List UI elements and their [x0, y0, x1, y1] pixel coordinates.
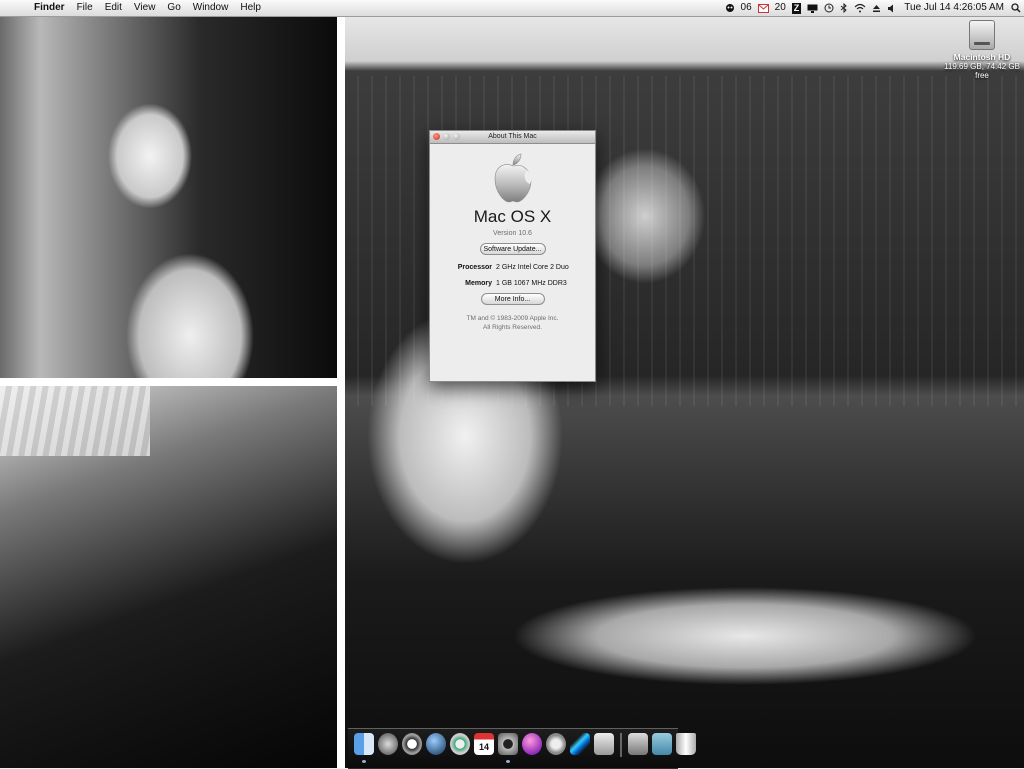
gmail-icon[interactable] — [755, 3, 772, 13]
software-update-button[interactable]: Software Update... — [479, 243, 546, 255]
window-titlebar[interactable]: About This Mac — [430, 131, 595, 144]
processor-label: Processor — [457, 264, 492, 271]
menu-edit[interactable]: Edit — [99, 0, 128, 16]
z-icon-label: Z — [791, 2, 802, 14]
apple-logo-icon — [494, 153, 533, 203]
purple-orb-icon[interactable] — [522, 733, 542, 755]
hd-name: Macintosh HD — [953, 52, 1011, 62]
running-indicator — [506, 760, 510, 763]
clock-icon[interactable] — [402, 733, 422, 755]
system-prefs-icon[interactable] — [594, 733, 614, 755]
dock: 14 — [348, 728, 696, 769]
eject-icon[interactable] — [869, 4, 884, 13]
copyright-text: TM and © 1983-2009 Apple Inc. All Rights… — [430, 314, 595, 332]
wifi-icon[interactable] — [851, 3, 869, 13]
menu-window[interactable]: Window — [187, 0, 235, 16]
desktop-hard-drive[interactable]: Macintosh HD 119.69 GB, 74.42 GB free — [944, 20, 1020, 80]
gmail-count[interactable]: 20 — [772, 0, 789, 16]
running-indicator — [362, 760, 366, 763]
copyright-line-2: All Rights Reserved. — [483, 324, 542, 331]
globe-icon[interactable] — [426, 733, 446, 755]
time-machine-icon[interactable] — [821, 3, 837, 13]
more-info-button[interactable]: More Info... — [480, 293, 545, 305]
spotlight-icon[interactable] — [1008, 3, 1024, 13]
menu-clock[interactable]: Tue Jul 14 4:26:05 AM — [900, 0, 1008, 16]
close-button[interactable] — [433, 133, 440, 140]
menu-help[interactable]: Help — [234, 0, 267, 16]
processor-value: 2 GHz Intel Core 2 Duo — [496, 264, 569, 271]
calendar-icon[interactable]: 14 — [474, 733, 494, 755]
wallpaper-divider-horizontal — [0, 378, 337, 386]
dock-separator — [620, 733, 622, 757]
memory-value: 1 GB 1067 MHz DDR3 — [496, 280, 567, 287]
os-version: Version 10.6 — [493, 230, 532, 237]
itunes-icon[interactable] — [546, 733, 566, 755]
window-controls — [433, 133, 460, 140]
stack-icon[interactable] — [628, 733, 648, 755]
tray-count[interactable]: 06 — [738, 0, 755, 16]
volume-icon[interactable] — [884, 4, 900, 13]
window-title: About This Mac — [488, 133, 537, 140]
minimize-button[interactable] — [443, 133, 450, 140]
menu-file[interactable]: File — [71, 0, 99, 16]
alien-icon[interactable] — [722, 3, 738, 13]
finder-icon[interactable] — [354, 733, 374, 763]
zoom-button[interactable] — [453, 133, 460, 140]
safari-icon[interactable] — [450, 733, 470, 755]
menu-view[interactable]: View — [128, 0, 162, 16]
dashboard-icon[interactable] — [378, 733, 398, 755]
wallpaper-bottom-left — [0, 386, 337, 768]
copyright-line-1: TM and © 1983-2009 Apple Inc. — [466, 315, 559, 322]
hd-info: 119.69 GB, 74.42 GB free — [944, 62, 1020, 80]
wallpaper-top-left — [0, 16, 337, 378]
processor-row: Processor 2 GHz Intel Core 2 Duo — [430, 264, 595, 271]
calendar-day: 14 — [478, 741, 489, 752]
status-tray: 06 20 Z Tue Jul 14 4:26:05 AM — [722, 0, 1024, 16]
bluetooth-icon[interactable] — [837, 3, 851, 13]
display-icon[interactable] — [804, 4, 821, 13]
os-name: Mac OS X — [473, 207, 552, 226]
feather-icon[interactable] — [570, 733, 590, 755]
folder-icon[interactable] — [652, 733, 672, 755]
hard-drive-icon — [969, 20, 995, 50]
trash-icon[interactable] — [676, 733, 696, 755]
menu-bar: Finder File Edit View Go Window Help 06 … — [0, 0, 1024, 17]
menu-go[interactable]: Go — [161, 0, 186, 16]
wallpaper-main — [345, 16, 1024, 768]
about-this-mac-window: About This Mac Mac OS X Version 10.6 Sof… — [429, 130, 596, 382]
wallpaper-divider-vertical — [337, 16, 345, 768]
memory-label: Memory — [465, 280, 492, 287]
menu-app-name[interactable]: Finder — [28, 0, 71, 16]
camera-icon[interactable] — [498, 733, 518, 763]
memory-row: Memory 1 GB 1067 MHz DDR3 — [430, 280, 595, 287]
z-icon[interactable]: Z — [789, 2, 805, 14]
